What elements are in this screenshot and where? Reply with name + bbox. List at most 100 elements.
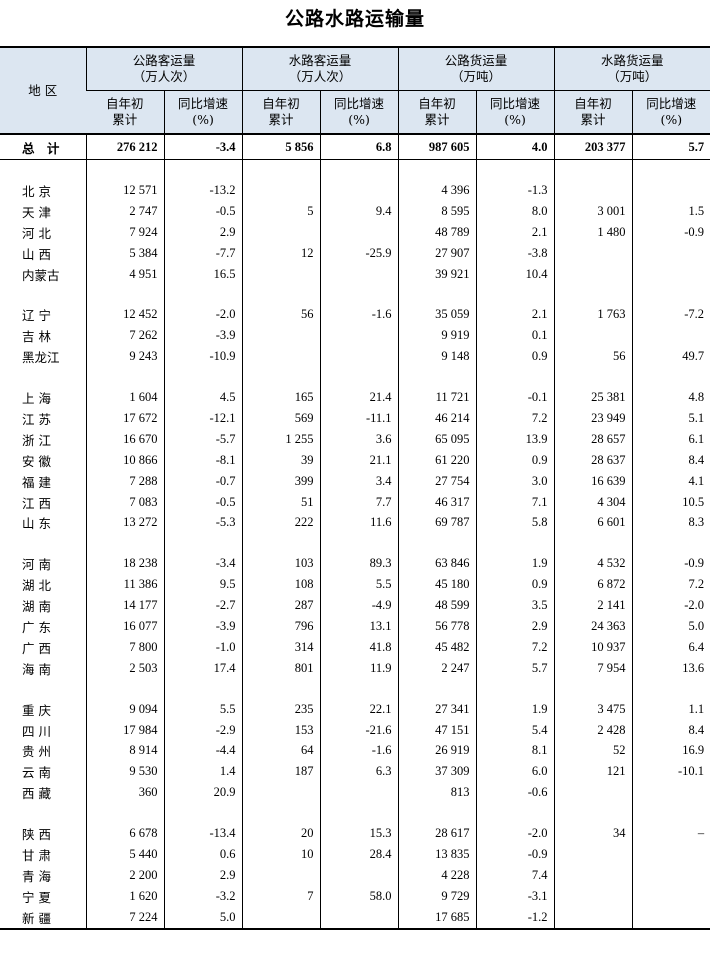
growth-header: 同比增速 (%) xyxy=(163,90,243,134)
table-cell: 153 xyxy=(241,719,321,741)
table-cell: -0.5 xyxy=(163,200,243,222)
table-cell xyxy=(631,885,710,907)
region-header: 地 区 xyxy=(0,47,86,135)
spacer-cell xyxy=(241,159,321,180)
group-spacer-row xyxy=(0,533,710,554)
growth-header: 同比增速 (%) xyxy=(475,90,555,134)
spacer-cell xyxy=(631,159,710,180)
table-cell: 13.1 xyxy=(319,616,399,637)
table-cell: 9 919 xyxy=(397,325,477,347)
table-cell: 9.5 xyxy=(163,574,243,596)
table-cell: 11.6 xyxy=(319,512,399,534)
table-cell: 2.9 xyxy=(163,864,243,886)
table-cell: 2.9 xyxy=(475,616,555,637)
table-cell: 45 482 xyxy=(397,636,477,658)
table-row: 西 藏 360 20.9 813 -0.6 xyxy=(0,782,710,804)
table-cell: 5.5 xyxy=(163,698,243,720)
spacer-cell xyxy=(397,678,477,699)
table-cell: -4.4 xyxy=(163,740,243,762)
table-cell: -2.0 xyxy=(475,823,555,845)
spacer-cell xyxy=(241,803,321,824)
table-cell: 9.4 xyxy=(319,200,399,222)
table-cell: -3.1 xyxy=(475,885,555,907)
table-cell: 987 605 xyxy=(397,134,477,160)
table-cell: 49.7 xyxy=(631,346,710,368)
table-cell: 399 xyxy=(241,470,321,492)
table-cell: 61 220 xyxy=(397,449,477,471)
table-cell: -1.0 xyxy=(163,636,243,658)
table-cell xyxy=(241,782,321,804)
table-cell: 9 243 xyxy=(85,346,164,368)
table-cell: 13.9 xyxy=(475,428,555,450)
table-cell: 801 xyxy=(241,657,321,679)
table-cell: 3.6 xyxy=(319,428,399,450)
table-cell: -5.3 xyxy=(163,512,243,534)
table-cell: 21.4 xyxy=(319,387,399,409)
table-cell: 20.9 xyxy=(163,782,243,804)
table-cell: 16 639 xyxy=(553,470,633,492)
group-spacer-row xyxy=(0,284,710,305)
table-cell: -10.1 xyxy=(631,761,710,783)
table-cell: 51 xyxy=(241,491,321,513)
table-row: 四 川 17 984 -2.9 153 -21.6 47 151 5.4 2 428 8.4 xyxy=(0,719,710,741)
table-row: 江 苏 17 672 -12.1 569 -11.1 46 214 7.2 23 949 5.1 xyxy=(0,408,710,429)
table-cell xyxy=(631,180,710,201)
table-cell: 27 907 xyxy=(397,242,477,264)
table-cell: 69 787 xyxy=(397,512,477,534)
table-cell xyxy=(241,864,321,886)
table-cell: 3.4 xyxy=(319,470,399,492)
table-cell: 2.1 xyxy=(475,221,555,243)
region-name: 辽 宁 xyxy=(22,308,51,324)
table-cell xyxy=(631,864,710,886)
table-cell xyxy=(631,242,710,264)
table-row: 新 疆7 224 5.0 17 685 -1.2 xyxy=(0,906,710,930)
table-cell: 13 835 xyxy=(397,844,477,865)
table-cell: 56 xyxy=(553,346,633,368)
table-cell: 7 288 xyxy=(85,470,164,492)
table-cell xyxy=(241,346,321,368)
region-name: 宁 夏 xyxy=(22,889,51,905)
table-cell: 2 247 xyxy=(397,657,477,679)
group-header: 水路客运量 （万人次） xyxy=(241,47,399,91)
region-name: 浙 江 xyxy=(22,432,51,448)
table-cell: 7.7 xyxy=(319,491,399,513)
table-cell: – xyxy=(631,823,710,845)
spacer-cell xyxy=(163,284,243,305)
table-cell xyxy=(241,221,321,243)
region-name: 重 庆 xyxy=(22,702,51,718)
table-cell: 1.4 xyxy=(163,761,243,783)
table-row: 贵 州 8 914 -4.4 64 -1.6 26 919 8.1 52 16.9 xyxy=(0,740,710,762)
spacer-cell xyxy=(475,367,555,388)
table-cell: 6.1 xyxy=(631,428,710,450)
table-cell: 11 386 xyxy=(85,574,164,596)
spacer-cell xyxy=(631,367,710,388)
table-row: 云 南 9 530 1.4 187 6.3 37 309 6.0 121 -10.1 xyxy=(0,761,710,783)
region-name: 山 东 xyxy=(22,516,51,532)
table-cell: 21.1 xyxy=(319,449,399,471)
region-name: 四 川 xyxy=(22,723,51,739)
spacer-cell xyxy=(397,803,477,824)
table-cell xyxy=(631,844,710,865)
table-cell: 1 255 xyxy=(241,428,321,450)
spacer-cell xyxy=(163,803,243,824)
table-cell: 28 617 xyxy=(397,823,477,845)
table-cell: 5.1 xyxy=(631,408,710,429)
table-row: 湖 北 11 386 9.5 108 5.5 45 180 0.9 6 872 7.2 xyxy=(0,574,710,596)
table-cell: 5.5 xyxy=(319,574,399,596)
table-cell xyxy=(631,782,710,804)
table-cell: 4.5 xyxy=(163,387,243,409)
spacer-cell xyxy=(241,367,321,388)
group-header: 水路货运量 （万吨） xyxy=(553,47,710,91)
table-cell: 58.0 xyxy=(319,885,399,907)
table-cell: 9 148 xyxy=(397,346,477,368)
table-cell: -3.4 xyxy=(163,134,243,160)
table-cell: -0.1 xyxy=(475,387,555,409)
table-cell: 7.2 xyxy=(631,574,710,596)
spacer-cell xyxy=(85,367,164,388)
spacer-cell xyxy=(553,678,633,699)
table-cell: -2.0 xyxy=(631,595,710,617)
table-cell: -3.9 xyxy=(163,325,243,347)
group-spacer-row xyxy=(0,159,710,180)
region-name: 福 建 xyxy=(22,474,51,490)
table-cell: 9 094 xyxy=(85,698,164,720)
